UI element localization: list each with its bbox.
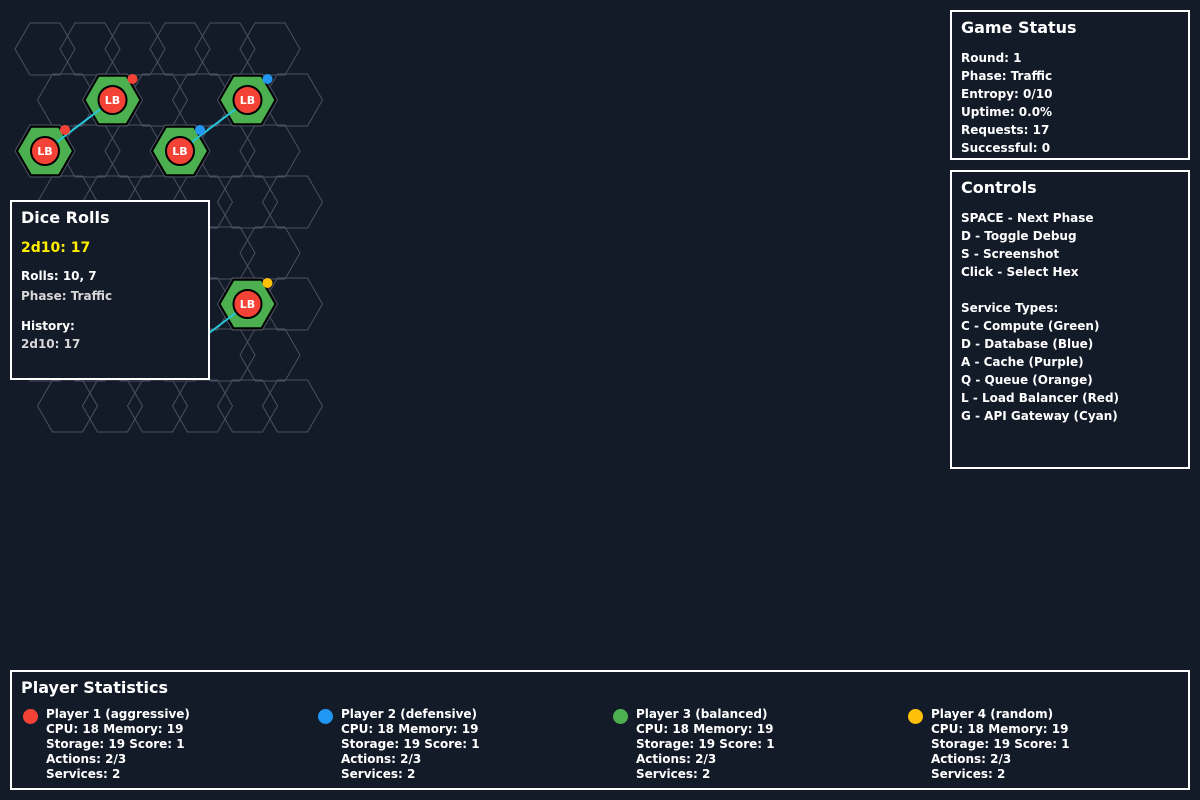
hex-tile[interactable] <box>216 175 279 229</box>
hex-tile[interactable] <box>261 379 324 433</box>
player-color-dot <box>318 709 333 724</box>
player-name: Player 3 (balanced) <box>636 707 768 721</box>
service-label: LB <box>37 145 52 158</box>
player-actions: Actions: 2/3 <box>636 752 717 766</box>
player-color-dot <box>23 709 38 724</box>
owner-marker <box>127 74 138 84</box>
owner-marker <box>262 74 273 84</box>
player-name: Player 1 (aggressive) <box>46 707 190 721</box>
owner-marker <box>60 125 70 135</box>
requests-text: Requests: 17 <box>961 123 1050 137</box>
dice-phase: Phase: Traffic <box>21 289 113 303</box>
player-services: Services: 2 <box>341 767 416 781</box>
player-color-dot <box>613 709 628 724</box>
round-text: Round: 1 <box>961 51 1022 65</box>
control-next-phase: SPACE - Next Phase <box>961 211 1094 225</box>
player-services: Services: 2 <box>46 767 121 781</box>
service-type-queue: Q - Queue (Orange) <box>961 373 1093 387</box>
service-types-heading: Service Types: <box>961 301 1059 315</box>
dice-rolls-panel: Dice Rolls 2d10: 17 Rolls: 10, 7 Phase: … <box>10 200 210 380</box>
service-type-compute: C - Compute (Green) <box>961 319 1100 333</box>
player-info: Player 4 (random) CPU: 18 Memory: 19 Sto… <box>931 707 1070 782</box>
player-list: Player 1 (aggressive) CPU: 18 Memory: 19… <box>21 707 1179 787</box>
phase-text: Phase: Traffic <box>961 69 1053 83</box>
player-actions: Actions: 2/3 <box>46 752 127 766</box>
player-services: Services: 2 <box>931 767 1006 781</box>
control-toggle-debug: D - Toggle Debug <box>961 229 1077 243</box>
hex-tile[interactable] <box>104 22 166 76</box>
hex-tile[interactable] <box>171 379 234 433</box>
player-actions: Actions: 2/3 <box>931 752 1012 766</box>
player-storage-score: Storage: 19 Score: 1 <box>636 737 775 751</box>
game-status-panel: Game Status Round: 1 Phase: Traffic Entr… <box>950 10 1190 160</box>
player-cpu-memory: CPU: 18 Memory: 19 <box>341 722 479 736</box>
player-name: Player 4 (random) <box>931 707 1054 721</box>
player-info: Player 1 (aggressive) CPU: 18 Memory: 19… <box>46 707 190 782</box>
hex-tile[interactable] <box>36 379 99 433</box>
hex-tile[interactable] <box>216 379 279 433</box>
player-cpu-memory: CPU: 18 Memory: 19 <box>931 722 1069 736</box>
player-color-dot <box>908 709 923 724</box>
service-type-api-gateway: G - API Gateway (Cyan) <box>961 409 1118 423</box>
hex-tile[interactable] <box>194 22 256 76</box>
control-select-hex: Click - Select Hex <box>961 265 1079 279</box>
service-type-cache: A - Cache (Purple) <box>961 355 1084 369</box>
hex-tile[interactable] <box>81 379 144 433</box>
player-services: Services: 2 <box>636 767 711 781</box>
entropy-text: Entropy: 0/10 <box>961 87 1053 101</box>
controls-panel: Controls SPACE - Next Phase D - Toggle D… <box>950 170 1190 469</box>
successful-text: Successful: 0 <box>961 141 1051 155</box>
dice-history-entry: 2d10: 17 <box>21 337 81 351</box>
hex-tile[interactable] <box>239 328 301 382</box>
service-type-database: D - Database (Blue) <box>961 337 1094 351</box>
player-cpu-memory: CPU: 18 Memory: 19 <box>636 722 774 736</box>
hex-tile[interactable] <box>14 22 76 76</box>
uptime-text: Uptime: 0.0% <box>961 105 1053 119</box>
game-status-title: Game Status <box>961 18 1077 37</box>
dice-history-label: History: <box>21 319 75 333</box>
player-actions: Actions: 2/3 <box>341 752 422 766</box>
hex-tile[interactable] <box>239 226 301 280</box>
player-storage-score: Storage: 19 Score: 1 <box>931 737 1070 751</box>
dice-total: 2d10: 17 <box>21 240 91 256</box>
owner-marker <box>262 278 273 288</box>
hex-tile[interactable] <box>59 22 121 76</box>
control-screenshot: S - Screenshot <box>961 247 1060 261</box>
service-label: LB <box>105 94 120 107</box>
service-label: LB <box>240 94 255 107</box>
player-info: Player 2 (defensive) CPU: 18 Memory: 19 … <box>341 707 480 782</box>
owner-marker <box>195 125 205 135</box>
hex-tile[interactable] <box>239 22 301 76</box>
player-storage-score: Storage: 19 Score: 1 <box>341 737 480 751</box>
service-label: LB <box>172 145 187 158</box>
dice-title: Dice Rolls <box>21 208 110 227</box>
player-statistics-panel: Player Statistics Player 1 (aggressive) … <box>10 670 1190 790</box>
player-name: Player 2 (defensive) <box>341 707 478 721</box>
player-statistics-title: Player Statistics <box>21 678 169 697</box>
hex-tile[interactable] <box>261 175 324 229</box>
player-storage-score: Storage: 19 Score: 1 <box>46 737 185 751</box>
player-cpu-memory: CPU: 18 Memory: 19 <box>46 722 184 736</box>
service-label: LB <box>240 298 255 311</box>
service-type-load-balancer: L - Load Balancer (Red) <box>961 391 1120 405</box>
player-info: Player 3 (balanced) CPU: 18 Memory: 19 S… <box>636 707 775 782</box>
hex-tile[interactable] <box>149 22 211 76</box>
controls-title: Controls <box>961 178 1037 197</box>
hex-tile[interactable] <box>239 124 301 178</box>
dice-rolls: Rolls: 10, 7 <box>21 269 97 283</box>
hex-tile[interactable] <box>126 379 189 433</box>
